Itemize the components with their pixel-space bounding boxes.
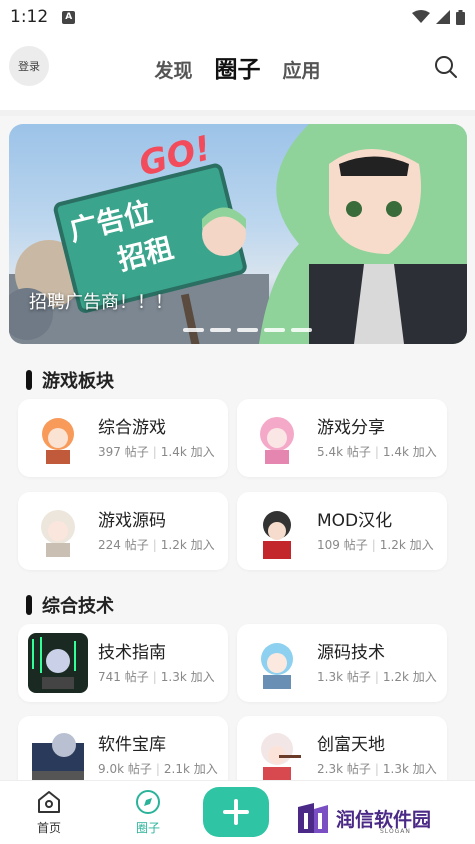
stats-separator: | xyxy=(155,762,160,776)
nav-home[interactable]: 首页 xyxy=(19,789,79,836)
compass-icon xyxy=(136,790,160,814)
wifi-icon xyxy=(412,10,430,23)
circle-name: 综合游戏 xyxy=(98,418,166,438)
banner-caption: 招聘广告商！！！ xyxy=(29,292,173,313)
circle-card[interactable]: 游戏源码 224 帖子 | 1.2k 加入 xyxy=(18,492,228,570)
tab-discover[interactable]: 发现 xyxy=(154,56,192,83)
circle-members: 1.3k 加入 xyxy=(160,670,215,684)
signal-icon xyxy=(436,10,450,24)
stats-separator: | xyxy=(374,670,379,684)
banner-dot[interactable] xyxy=(291,328,312,332)
search-icon[interactable] xyxy=(433,54,459,80)
circle-members: 2.1k 加入 xyxy=(163,762,218,776)
circle-members: 1.2k 加入 xyxy=(379,538,434,552)
stats-separator: | xyxy=(152,670,157,684)
circle-name: 技术指南 xyxy=(98,643,166,663)
header-divider xyxy=(0,110,475,116)
circle-thumbnail xyxy=(247,725,307,785)
battery-icon xyxy=(456,9,465,25)
watermark-icon xyxy=(298,803,328,833)
banner-dot[interactable] xyxy=(183,328,204,332)
circle-name: 软件宝库 xyxy=(98,735,166,755)
circle-posts: 5.4k 帖子 xyxy=(317,445,371,459)
section-title-text: 游戏板块 xyxy=(42,371,114,392)
tab-circle[interactable]: 圈子 xyxy=(215,50,261,84)
notification-icon: A xyxy=(62,10,76,24)
circle-name: 创富天地 xyxy=(317,735,385,755)
stats-separator: | xyxy=(374,762,379,776)
banner-dot[interactable] xyxy=(264,328,285,332)
circle-name: 游戏源码 xyxy=(98,511,166,531)
circle-stats: 397 帖子 | 1.4k 加入 xyxy=(98,443,215,460)
circle-members: 1.4k 加入 xyxy=(160,445,215,459)
circle-posts: 9.0k 帖子 xyxy=(98,762,152,776)
circle-posts: 2.3k 帖子 xyxy=(317,762,371,776)
banner-dot[interactable] xyxy=(237,328,258,332)
circle-stats: 109 帖子 | 1.2k 加入 xyxy=(317,536,434,553)
circle-thumbnail xyxy=(247,633,307,693)
circle-stats: 5.4k 帖子 | 1.4k 加入 xyxy=(317,443,437,460)
circle-thumbnail xyxy=(28,633,88,693)
circle-posts: 224 帖子 xyxy=(98,538,149,552)
nav-circle[interactable]: 圈子 xyxy=(118,789,178,836)
home-icon xyxy=(38,791,60,813)
circle-members: 1.2k 加入 xyxy=(160,538,215,552)
nav-circle-label: 圈子 xyxy=(135,821,160,835)
circle-stats: 2.3k 帖子 | 1.3k 加入 xyxy=(317,760,437,777)
circle-card[interactable]: MOD汉化 109 帖子 | 1.2k 加入 xyxy=(237,492,447,570)
status-bar: 1:12 A xyxy=(0,0,475,34)
circle-stats: 741 帖子 | 1.3k 加入 xyxy=(98,668,215,685)
circle-members: 1.2k 加入 xyxy=(382,670,437,684)
banner-dot[interactable] xyxy=(210,328,231,332)
circle-stats: 224 帖子 | 1.2k 加入 xyxy=(98,536,215,553)
watermark-logo: 润信软件园 SLOGAN xyxy=(296,798,456,838)
stats-separator: | xyxy=(152,445,157,459)
banner-pagination xyxy=(183,328,312,332)
circle-card[interactable]: 游戏分享 5.4k 帖子 | 1.4k 加入 xyxy=(237,399,447,477)
nav-home-label: 首页 xyxy=(36,821,61,835)
circle-name: MOD汉化 xyxy=(317,511,393,531)
circle-name: 源码技术 xyxy=(317,643,385,663)
section-marker xyxy=(26,370,32,390)
section-title-games: 游戏板块 xyxy=(26,367,114,393)
watermark-slogan: SLOGAN xyxy=(380,828,411,835)
top-header: 登录 发现 圈子 应用 xyxy=(0,34,475,110)
section-title-text: 综合技术 xyxy=(42,596,114,617)
circle-posts: 397 帖子 xyxy=(98,445,149,459)
circle-card[interactable]: 源码技术 1.3k 帖子 | 1.2k 加入 xyxy=(237,624,447,702)
circle-stats: 1.3k 帖子 | 1.2k 加入 xyxy=(317,668,437,685)
section-title-tech: 综合技术 xyxy=(26,592,114,618)
circle-stats: 9.0k 帖子 | 2.1k 加入 xyxy=(98,760,218,777)
circle-thumbnail xyxy=(28,501,88,561)
circle-name: 游戏分享 xyxy=(317,418,385,438)
circle-card[interactable]: 综合游戏 397 帖子 | 1.4k 加入 xyxy=(18,399,228,477)
stats-separator: | xyxy=(152,538,157,552)
circle-thumbnail xyxy=(28,408,88,468)
create-post-button[interactable] xyxy=(203,787,269,837)
status-icons xyxy=(412,9,465,25)
promo-banner[interactable]: GO! 广告位 招租 招聘广告商！！！ xyxy=(9,124,467,344)
section-marker xyxy=(26,595,32,615)
circle-members: 1.4k 加入 xyxy=(382,445,437,459)
stats-separator: | xyxy=(371,538,376,552)
circle-posts: 1.3k 帖子 xyxy=(317,670,371,684)
circle-card[interactable]: 技术指南 741 帖子 | 1.3k 加入 xyxy=(18,624,228,702)
app-screen: 1:12 A 登录 发现 圈子 应用 GO! 广告位 招租 招聘广告商！！！ 游… xyxy=(0,0,475,844)
top-tabs: 发现 圈子 应用 xyxy=(0,50,475,84)
stats-separator: | xyxy=(374,445,379,459)
plus-icon xyxy=(223,799,249,825)
circle-thumbnail xyxy=(247,408,307,468)
circle-thumbnail xyxy=(247,501,307,561)
circle-thumbnail xyxy=(28,725,88,785)
tab-apps[interactable]: 应用 xyxy=(283,56,321,83)
status-time: 1:12 xyxy=(10,7,49,27)
circle-posts: 741 帖子 xyxy=(98,670,149,684)
circle-posts: 109 帖子 xyxy=(317,538,368,552)
circle-members: 1.3k 加入 xyxy=(382,762,437,776)
